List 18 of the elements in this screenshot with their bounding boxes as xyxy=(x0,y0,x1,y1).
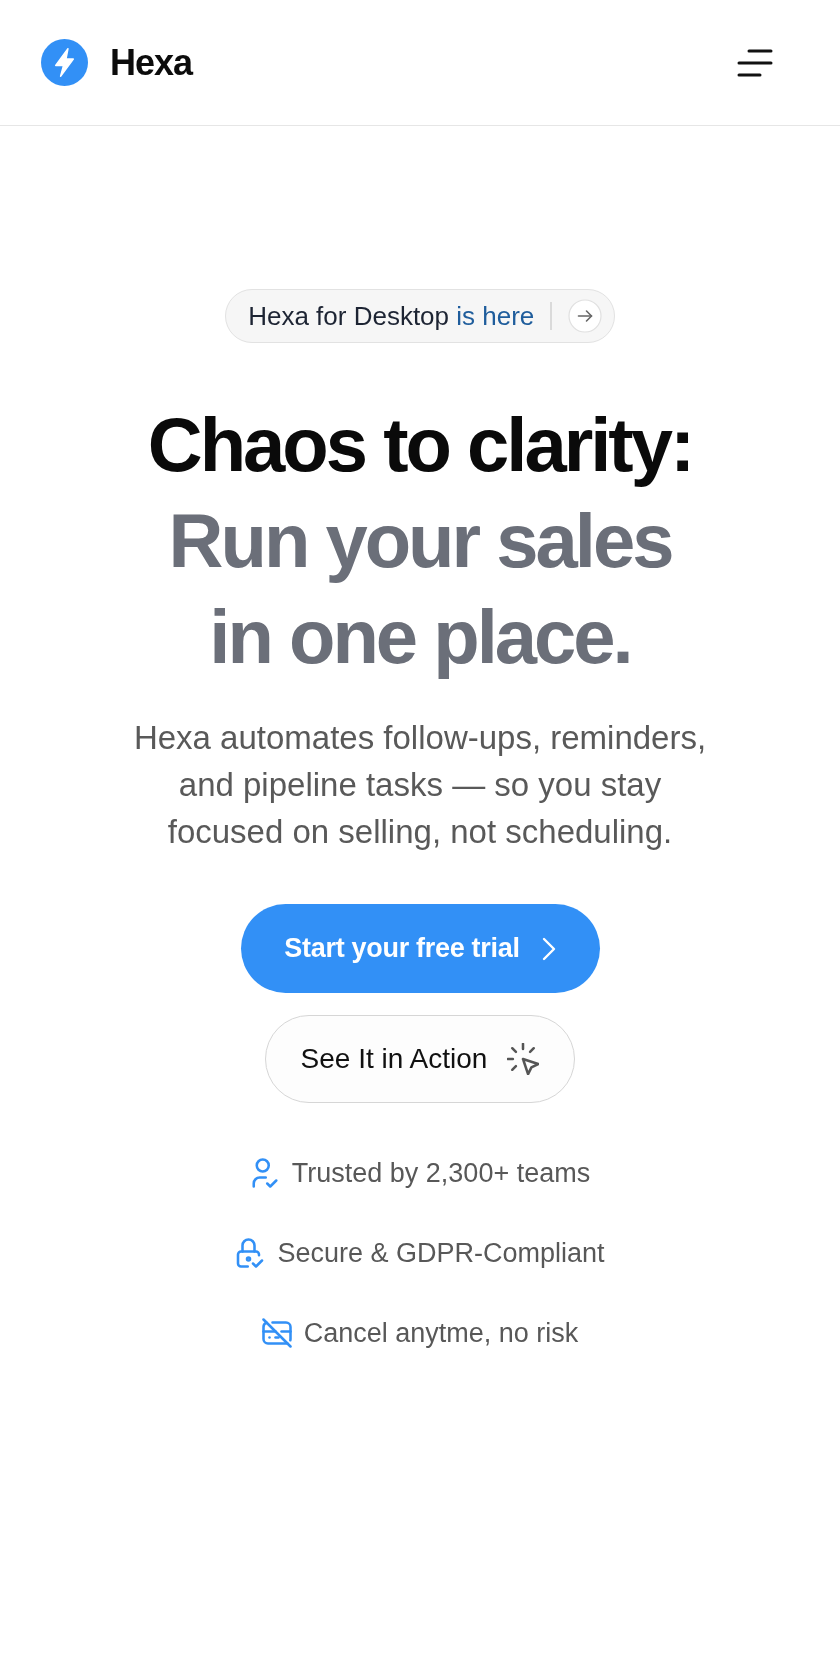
menu-button[interactable] xyxy=(737,48,773,77)
cursor-click-icon xyxy=(507,1043,540,1075)
trust-text: Cancel anytme, no risk xyxy=(303,1316,579,1350)
hero-heading-highlight: Run your sales in one place. xyxy=(167,497,673,681)
crossed-card-icon xyxy=(261,1318,292,1348)
lightning-logo-icon xyxy=(41,39,88,86)
arrow-right-icon xyxy=(567,299,602,333)
announcement-link[interactable]: Hexa for Desktop is here xyxy=(225,289,615,343)
trust-text: Secure & GDPR-Compliant xyxy=(277,1236,605,1270)
hero-heading: Chaos to clarity: xyxy=(146,401,694,489)
trust-text: Trusted by 2,300+ teams xyxy=(291,1156,591,1190)
see-in-action-button[interactable]: See It in Action xyxy=(265,1015,575,1103)
chevron-right-icon xyxy=(541,936,556,961)
lock-check-icon xyxy=(235,1238,266,1268)
hero-description: Hexa automates follow-ups, reminders, and pipeline tasks — so you stay focused on selling, not scheduling. xyxy=(132,718,708,852)
menu-icon xyxy=(737,48,773,77)
brand-name: Hexa xyxy=(110,44,193,81)
user-check-icon xyxy=(249,1158,280,1188)
